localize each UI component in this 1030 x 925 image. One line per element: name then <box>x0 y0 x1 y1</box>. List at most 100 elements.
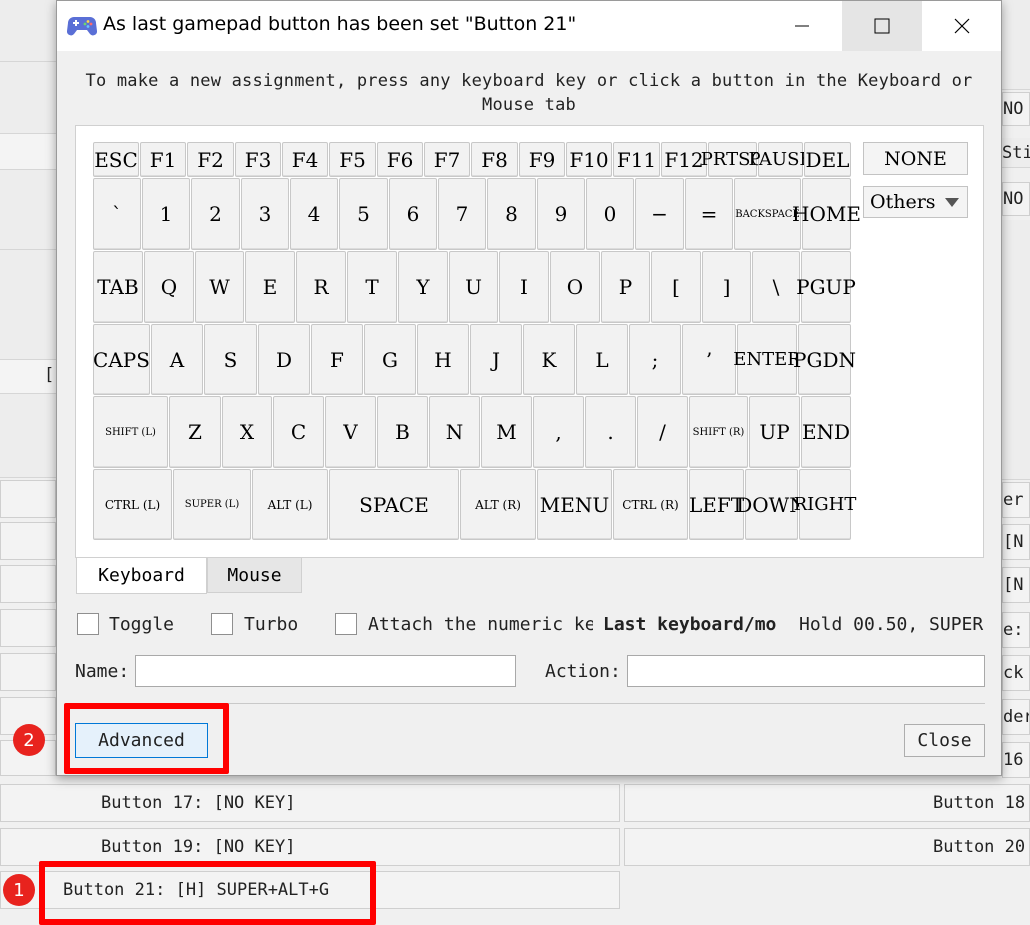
turbo-checkbox[interactable] <box>211 613 233 635</box>
toggle-checkbox[interactable] <box>77 613 99 635</box>
key-esc[interactable]: ESC <box>93 142 139 177</box>
key-m[interactable]: M <box>481 396 532 468</box>
bg-fragment[interactable]: [N <box>1002 567 1030 603</box>
name-input[interactable] <box>135 655 516 687</box>
key-l[interactable]: L <box>576 324 628 395</box>
close-window-button[interactable] <box>922 1 1002 51</box>
key-4[interactable]: 4 <box>290 178 338 250</box>
key-3[interactable]: 3 <box>241 178 289 250</box>
minimize-button[interactable] <box>762 1 842 51</box>
key-symbol-27[interactable]: − <box>635 178 684 250</box>
key-caps[interactable]: CAPS <box>93 324 150 395</box>
maximize-button[interactable] <box>842 1 922 51</box>
key-symbol-70[interactable]: / <box>637 396 688 468</box>
key-ctrl-l[interactable]: CTRL (L) <box>93 469 172 540</box>
key-pgup[interactable]: PGUP <box>796 251 856 323</box>
key-alt-r[interactable]: ALT (R) <box>460 469 536 540</box>
key-s[interactable]: S <box>204 324 257 395</box>
key-f8[interactable]: F8 <box>471 142 518 177</box>
key-right[interactable]: RIGHT <box>794 469 856 540</box>
key-f1[interactable]: F1 <box>140 142 186 177</box>
key-y[interactable]: Y <box>398 251 448 323</box>
key-alt-l[interactable]: ALT (L) <box>252 469 328 540</box>
key-shift-r[interactable]: SHIFT (R) <box>689 396 748 468</box>
bg-fragment[interactable]: [N <box>1002 524 1030 560</box>
key-up[interactable]: UP <box>749 396 800 468</box>
key-shift-l[interactable]: SHIFT (L) <box>93 396 168 468</box>
key-n[interactable]: N <box>429 396 480 468</box>
key-space[interactable]: SPACE <box>329 469 459 540</box>
key-c[interactable]: C <box>273 396 324 468</box>
attach-numeric-checkbox[interactable] <box>335 613 357 635</box>
key-k[interactable]: K <box>523 324 575 395</box>
key-0[interactable]: 0 <box>586 178 634 250</box>
key-pgdn[interactable]: PGDN <box>793 324 856 395</box>
key-symbol-57[interactable]: ’ <box>682 324 736 395</box>
key-symbol-44[interactable]: \ <box>752 251 800 323</box>
key-symbol-43[interactable]: ] <box>702 251 751 323</box>
key-f5[interactable]: F5 <box>329 142 376 177</box>
key-p[interactable]: P <box>601 251 650 323</box>
button-20-mapping[interactable]: Button 20 <box>624 828 1030 866</box>
key-o[interactable]: O <box>550 251 600 323</box>
bg-fragment[interactable]: er <box>1002 482 1030 518</box>
key-q[interactable]: Q <box>144 251 194 323</box>
key-b[interactable]: B <box>377 396 428 468</box>
bg-button[interactable] <box>0 609 56 647</box>
key-tab[interactable]: TAB <box>93 251 143 323</box>
key-h[interactable]: H <box>417 324 469 395</box>
key-f7[interactable]: F7 <box>424 142 470 177</box>
none-button[interactable]: NONE <box>863 142 968 175</box>
key-symbol-42[interactable]: [ <box>651 251 701 323</box>
key-super-l[interactable]: SUPER (L) <box>173 469 251 540</box>
bg-button[interactable] <box>0 522 56 560</box>
bg-fragment[interactable]: 16 <box>1002 742 1030 778</box>
bg-button[interactable] <box>0 480 56 518</box>
bg-fragment[interactable]: ck <box>1002 655 1030 691</box>
key-symbol-68[interactable]: , <box>533 396 584 468</box>
key-d[interactable]: D <box>258 324 310 395</box>
key-f4[interactable]: F4 <box>282 142 328 177</box>
key-f6[interactable]: F6 <box>377 142 423 177</box>
bg-button[interactable] <box>0 565 56 603</box>
key-1[interactable]: 1 <box>142 178 190 250</box>
key-del[interactable]: DEL <box>804 142 851 177</box>
key-symbol-56[interactable]: ; <box>629 324 681 395</box>
tab-keyboard[interactable]: Keyboard <box>76 558 207 594</box>
key-9[interactable]: 9 <box>537 178 585 250</box>
key-end[interactable]: END <box>801 396 851 468</box>
key-t[interactable]: T <box>347 251 397 323</box>
key-e[interactable]: E <box>245 251 295 323</box>
key-menu[interactable]: MENU <box>537 469 612 540</box>
key-r[interactable]: R <box>296 251 346 323</box>
key-f11[interactable]: F11 <box>613 142 660 177</box>
key-f3[interactable]: F3 <box>235 142 281 177</box>
key-8[interactable]: 8 <box>487 178 536 250</box>
key-g[interactable]: G <box>364 324 416 395</box>
key-2[interactable]: 2 <box>191 178 240 250</box>
key-z[interactable]: Z <box>169 396 221 468</box>
key-symbol-69[interactable]: . <box>585 396 636 468</box>
key-pause[interactable]: PAUSE <box>748 142 813 177</box>
action-input[interactable] <box>627 655 985 687</box>
key-a[interactable]: A <box>151 324 203 395</box>
key-v[interactable]: V <box>325 396 376 468</box>
key-u[interactable]: U <box>449 251 498 323</box>
key-6[interactable]: 6 <box>389 178 437 250</box>
key-f9[interactable]: F9 <box>519 142 565 177</box>
key-w[interactable]: W <box>195 251 244 323</box>
key-5[interactable]: 5 <box>339 178 388 250</box>
key-j[interactable]: J <box>470 324 522 395</box>
key-symbol-16[interactable]: ` <box>93 178 141 250</box>
close-button[interactable]: Close <box>904 724 985 757</box>
key-down[interactable]: DOWN <box>736 469 807 540</box>
key-enter[interactable]: ENTER <box>733 324 801 395</box>
key-home[interactable]: HOME <box>792 178 861 250</box>
key-i[interactable]: I <box>499 251 549 323</box>
key-f[interactable]: F <box>311 324 363 395</box>
key-f2[interactable]: F2 <box>187 142 234 177</box>
key-backspace[interactable]: BACKSPACE <box>734 178 801 250</box>
key-ctrl-r[interactable]: CTRL (R) <box>613 469 688 540</box>
key-7[interactable]: 7 <box>438 178 486 250</box>
button-18-mapping[interactable]: Button 18 <box>624 784 1030 822</box>
